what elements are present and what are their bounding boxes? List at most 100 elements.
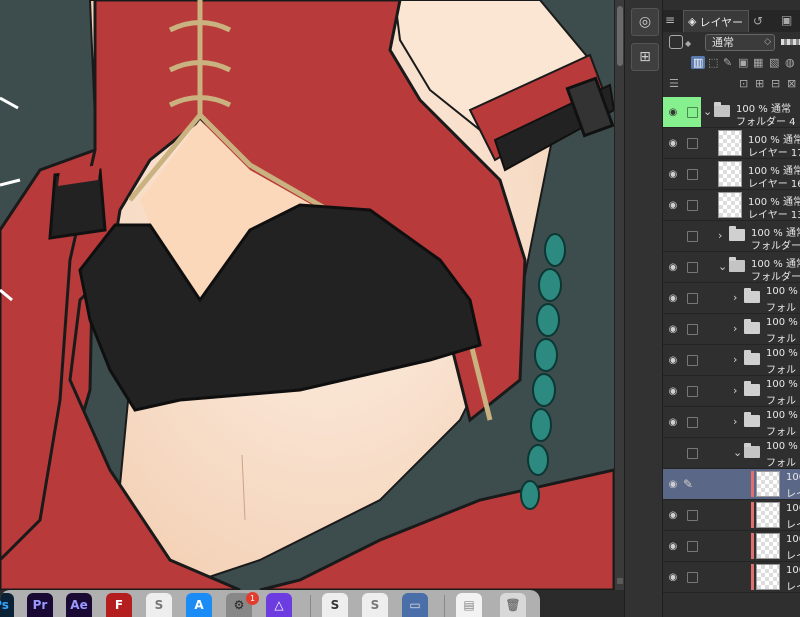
layer-list-icon[interactable]: ☰: [669, 77, 679, 90]
dock-app-icon[interactable]: F: [106, 593, 132, 617]
blend-mode-select[interactable]: 通常 ◇: [705, 34, 775, 51]
new-vector-layer-icon[interactable]: ⊞: [755, 77, 764, 90]
lock-toggle[interactable]: [683, 562, 701, 592]
eye-icon[interactable]: ◉: [663, 345, 683, 375]
lock-toggle[interactable]: [683, 314, 701, 344]
eye-hidden-icon[interactable]: [663, 438, 683, 468]
lock-toggle[interactable]: [683, 252, 701, 282]
eye-icon[interactable]: ◉: [663, 500, 683, 530]
layer-row[interactable]: ◉ 100 % 通常 レイヤー 16: [663, 159, 800, 190]
eye-icon[interactable]: ◉: [663, 190, 683, 220]
layer-folder-row[interactable]: ›100 % 通常フォルダー: [663, 221, 800, 252]
eye-icon[interactable]: ◉: [663, 531, 683, 561]
layer-row[interactable]: ◉ 100 レイ: [663, 562, 800, 593]
chevron-down-icon[interactable]: ⌄: [718, 260, 727, 273]
new-folder-icon[interactable]: ⊟: [771, 77, 780, 90]
layer-name: レイヤー 17: [748, 148, 800, 159]
chevron-right-icon[interactable]: ›: [733, 415, 737, 428]
checkbox-icon: [686, 571, 698, 583]
panel-menu-icon[interactable]: ≡: [665, 13, 675, 27]
eye-icon[interactable]: ◉: [663, 252, 683, 282]
lock-toggle[interactable]: [683, 500, 701, 530]
reference-icon[interactable]: ⬚: [708, 56, 718, 69]
lock-toggle[interactable]: [683, 376, 701, 406]
lock-toggle[interactable]: [683, 190, 701, 220]
chevron-right-icon[interactable]: ›: [733, 384, 737, 397]
layer-color-swatch[interactable]: [669, 35, 683, 49]
clip-icon[interactable]: ▥: [691, 56, 706, 69]
new-raster-layer-icon[interactable]: ⊡: [739, 77, 748, 90]
eye-icon[interactable]: ◉: [663, 376, 683, 406]
checkbox-icon: [686, 447, 698, 459]
layer-row[interactable]: ◉ 100 レイ: [663, 500, 800, 531]
dock-app-icon[interactable]: S: [362, 593, 388, 617]
eye-icon[interactable]: ◉: [663, 407, 683, 437]
lock-toggle[interactable]: [683, 345, 701, 375]
layer-opacity-blend: 100 %: [766, 441, 798, 452]
subview-icon[interactable]: ⊞: [631, 43, 659, 71]
lock-toggle[interactable]: [683, 97, 701, 127]
eye-icon[interactable]: ◉: [663, 469, 683, 499]
lock-toggle[interactable]: [683, 407, 701, 437]
eye-icon[interactable]: ◉: [663, 562, 683, 592]
dock-app-icon[interactable]: ▤: [456, 593, 482, 617]
eye-hidden-icon[interactable]: [663, 221, 683, 251]
dock-app-icon[interactable]: A: [186, 593, 212, 617]
tab-layers[interactable]: ◈ レイヤー: [683, 10, 749, 32]
eye-icon[interactable]: ◉: [663, 97, 683, 127]
checkbox-icon: [686, 385, 698, 397]
scrollbar-thumb[interactable]: [617, 6, 623, 66]
lock-icon[interactable]: ▣: [738, 56, 748, 69]
layer-folder-row[interactable]: ⌄ 100 % フォル: [663, 438, 800, 469]
layer-opacity-blend: 100 %: [766, 410, 798, 421]
lock-toggle[interactable]: [683, 531, 701, 561]
navigator-icon[interactable]: ◎: [631, 8, 659, 36]
eye-icon[interactable]: ◉: [663, 128, 683, 158]
eye-icon[interactable]: ◉: [663, 314, 683, 344]
layer-folder-row[interactable]: ◉ ⌄ 100 % 通常 フォルダー 4: [663, 97, 800, 128]
eye-icon[interactable]: ◉: [663, 283, 683, 313]
chevron-down-icon[interactable]: ⌄: [703, 105, 712, 118]
eye-icon[interactable]: ◉: [663, 159, 683, 189]
drawing-canvas[interactable]: [0, 0, 614, 590]
layer-folder-row[interactable]: ◉ › 100 % フォル: [663, 314, 800, 345]
chevron-right-icon[interactable]: ›: [733, 291, 737, 304]
dock-app-icon[interactable]: Ae: [66, 593, 92, 617]
layer-row[interactable]: ◉ 100 % 通常 レイヤー 17: [663, 128, 800, 159]
lock-transparency-icon[interactable]: ▦: [753, 56, 763, 69]
palette-icon[interactable]: ◍: [785, 56, 795, 69]
lock-toggle[interactable]: [683, 283, 701, 313]
layer-folder-row[interactable]: ◉ › 100 % フォル: [663, 345, 800, 376]
lock-toggle[interactable]: [683, 159, 701, 189]
layer-more-icon[interactable]: ⊠: [787, 77, 796, 90]
dock-app-icon[interactable]: Pr: [27, 593, 53, 617]
dock-app-icon[interactable]: 🗑: [500, 593, 526, 617]
chevron-right-icon[interactable]: ›: [733, 322, 737, 335]
lock-toggle[interactable]: [683, 438, 701, 468]
dock-app-icon[interactable]: △: [266, 593, 292, 617]
tab-more-icon[interactable]: ▣: [781, 13, 792, 27]
layer-folder-row[interactable]: ◉ › 100 % フォル: [663, 376, 800, 407]
dock-app-icon[interactable]: Ps: [0, 593, 14, 617]
lock-toggle[interactable]: [683, 128, 701, 158]
opacity-slider[interactable]: [781, 39, 800, 45]
undo-history-icon[interactable]: ↺: [753, 14, 763, 28]
chevron-right-icon[interactable]: ›: [733, 353, 737, 366]
layer-folder-row[interactable]: ◉⌄100 % 通常フォルダー: [663, 252, 800, 283]
dock-app-icon[interactable]: ▭: [402, 593, 428, 617]
layer-action-icons: ☰ ⊡ ⊞ ⊟ ⊠: [663, 75, 800, 95]
layer-row[interactable]: ◉✎ 100 レイ: [663, 469, 800, 500]
dock-app-icon[interactable]: S: [322, 593, 348, 617]
draft-icon[interactable]: ✎: [723, 56, 732, 69]
layer-folder-row[interactable]: ◉ › 100 % フォル: [663, 283, 800, 314]
checkbox-icon: [686, 540, 698, 552]
mask-icon[interactable]: ▧: [769, 56, 779, 69]
layer-folder-row[interactable]: ◉ › 100 % フォル: [663, 407, 800, 438]
lock-toggle[interactable]: [683, 221, 701, 251]
chevron-down-icon[interactable]: ⌄: [733, 446, 742, 459]
chevron-down-icon[interactable]: ◆: [685, 39, 691, 48]
chevron-right-icon[interactable]: ›: [718, 229, 722, 242]
layer-row[interactable]: ◉ 100 % 通常 レイヤー 13: [663, 190, 800, 221]
layer-row[interactable]: ◉ 100 レイ: [663, 531, 800, 562]
dock-app-icon[interactable]: S: [146, 593, 172, 617]
